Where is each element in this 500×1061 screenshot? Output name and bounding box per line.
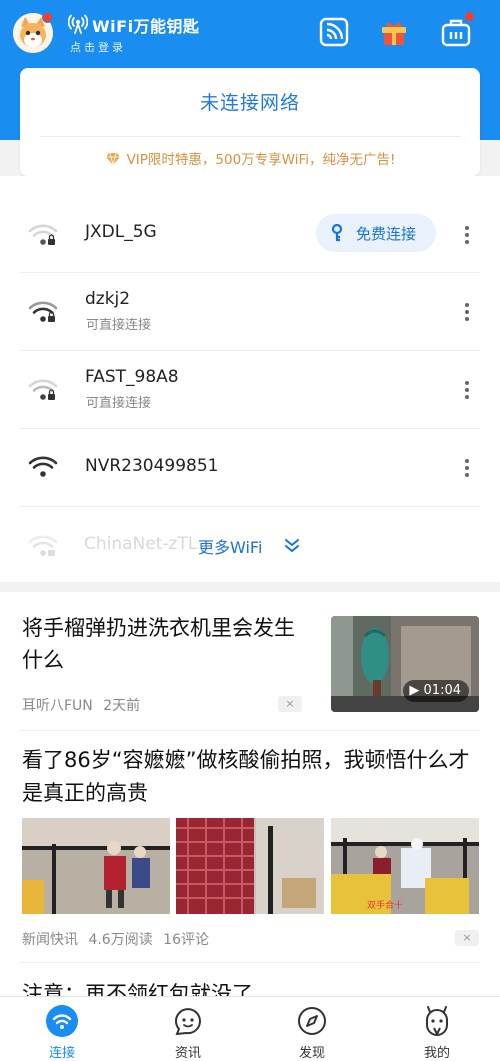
more-options-icon[interactable] [462, 301, 472, 323]
wifi-name: dzkj2 [85, 289, 131, 309]
connection-status: 未连接网络 [199, 92, 300, 114]
avatar-notification-dot [42, 12, 53, 23]
wifi-signal-faded-icon [28, 535, 58, 556]
wifi-name: FAST_98A8 [85, 367, 179, 387]
news-feed: 将手榴弹扔进洗衣机里会发生什么 ▶ 01:04 耳听八FUN 2天前 × 看了8… [0, 592, 500, 1006]
login-link[interactable]: 点击登录 [70, 39, 126, 55]
news-meta: 新闻快讯 4.6万阅读 16评论 [22, 929, 209, 949]
vip-diamond-icon [105, 152, 120, 166]
cast-icon[interactable] [318, 16, 350, 48]
wifi-name: JXDL_5G [85, 222, 157, 242]
news-meta: 耳听八FUN 2天前 [22, 695, 140, 715]
news-time: 2天前 [103, 698, 141, 714]
news-tab-icon [174, 1008, 201, 1036]
wifi-item[interactable]: dzkj2 可直接连接 [0, 273, 500, 351]
tab-label: 资讯 [174, 1046, 201, 1061]
wifi-name-faded: ChinaNet-zTL [84, 534, 198, 554]
news-source: 新闻快讯 [22, 932, 78, 948]
news-image[interactable]: 双手合十 [331, 818, 479, 914]
dismiss-button[interactable]: × [455, 930, 479, 946]
free-connect-button[interactable]: 免费连接 [316, 214, 436, 252]
chevron-down-icon[interactable] [284, 537, 300, 553]
connection-status-card: 未连接网络 VIP限时特惠，500万专享WiFi，纯净无广告! [20, 68, 480, 176]
profile-tab-icon [426, 1006, 448, 1036]
tab-discover[interactable]: 发现 [262, 997, 362, 1061]
tab-label: 我的 [423, 1046, 450, 1061]
gift-icon[interactable] [378, 16, 410, 48]
wifi-signal-full-icon [28, 456, 58, 477]
toolbox-notification-dot [464, 11, 475, 22]
news-image[interactable] [176, 818, 324, 914]
compass-icon [298, 1007, 326, 1035]
wifi-item[interactable]: JXDL_5G 免费连接 [0, 196, 500, 274]
duration-text: 01:04 [423, 683, 461, 698]
wifi-logo-icon [68, 14, 88, 34]
divider [20, 730, 480, 731]
key-icon [331, 224, 343, 242]
wifi-item[interactable]: FAST_98A8 可直接连接 [0, 351, 500, 429]
image-caption: 双手合十 [367, 899, 403, 911]
tab-me[interactable]: 我的 [387, 997, 487, 1061]
divider [20, 506, 480, 507]
tab-label: 发现 [298, 1046, 325, 1061]
wifi-subtitle: 可直接连接 [86, 396, 152, 411]
news-image-1 [22, 818, 170, 914]
bottom-tab-bar: 连接 资讯 发现 我的 [0, 996, 500, 1061]
free-connect-label: 免费连接 [356, 225, 417, 243]
tab-connect[interactable]: 连接 [12, 997, 112, 1061]
news-image-2 [176, 818, 324, 914]
news-reads: 4.6万阅读 [88, 932, 153, 948]
wifi-signal-locked-icon [28, 301, 58, 322]
wifi-signal-locked-icon [28, 379, 58, 400]
app-screen: WiFi万能钥匙 点击登录 未连接网络 VIP限时特惠，500万专享WiFi，纯… [0, 0, 500, 1061]
divider [20, 962, 480, 963]
news-image[interactable] [22, 818, 170, 914]
divider [40, 136, 460, 137]
wifi-list: JXDL_5G 免费连接 dzkj2 可直接连接 FAST_98A8 可直接连接… [0, 176, 500, 582]
wifi-subtitle: 可直接连接 [86, 318, 152, 333]
news-title[interactable]: 将手榴弹扔进洗衣机里会发生什么 [22, 612, 312, 676]
news-comments: 16评论 [163, 932, 209, 948]
play-icon: ▶ [409, 683, 420, 698]
wifi-item[interactable]: NVR230499851 [0, 429, 500, 507]
tab-news[interactable]: 资讯 [138, 997, 238, 1061]
news-source: 耳听八FUN [22, 698, 93, 714]
more-options-icon[interactable] [462, 457, 472, 479]
video-duration: ▶ 01:04 [403, 680, 469, 702]
wifi-signal-locked-icon [28, 224, 58, 245]
tab-label: 连接 [48, 1046, 75, 1061]
wifi-name: NVR230499851 [85, 456, 219, 476]
more-options-icon[interactable] [462, 379, 472, 401]
video-thumbnail[interactable]: ▶ 01:04 [331, 616, 479, 712]
more-wifi-button[interactable]: 更多WiFi [198, 534, 263, 558]
news-title[interactable]: 看了86岁“容嬷嬷”做核酸偷拍照，我顿悟什么才是真正的高贵 [22, 744, 482, 810]
dismiss-button[interactable]: × [278, 696, 302, 712]
vip-promo-text: VIP限时特惠，500万专享WiFi，纯净无广告! [126, 152, 396, 168]
vip-promo-banner[interactable]: VIP限时特惠，500万专享WiFi，纯净无广告! [20, 148, 480, 168]
news-image-3: 双手合十 [331, 818, 479, 914]
wifi-tab-icon [46, 1005, 78, 1037]
more-options-icon[interactable] [462, 224, 472, 246]
app-title: WiFi万能钥匙 [92, 17, 200, 36]
